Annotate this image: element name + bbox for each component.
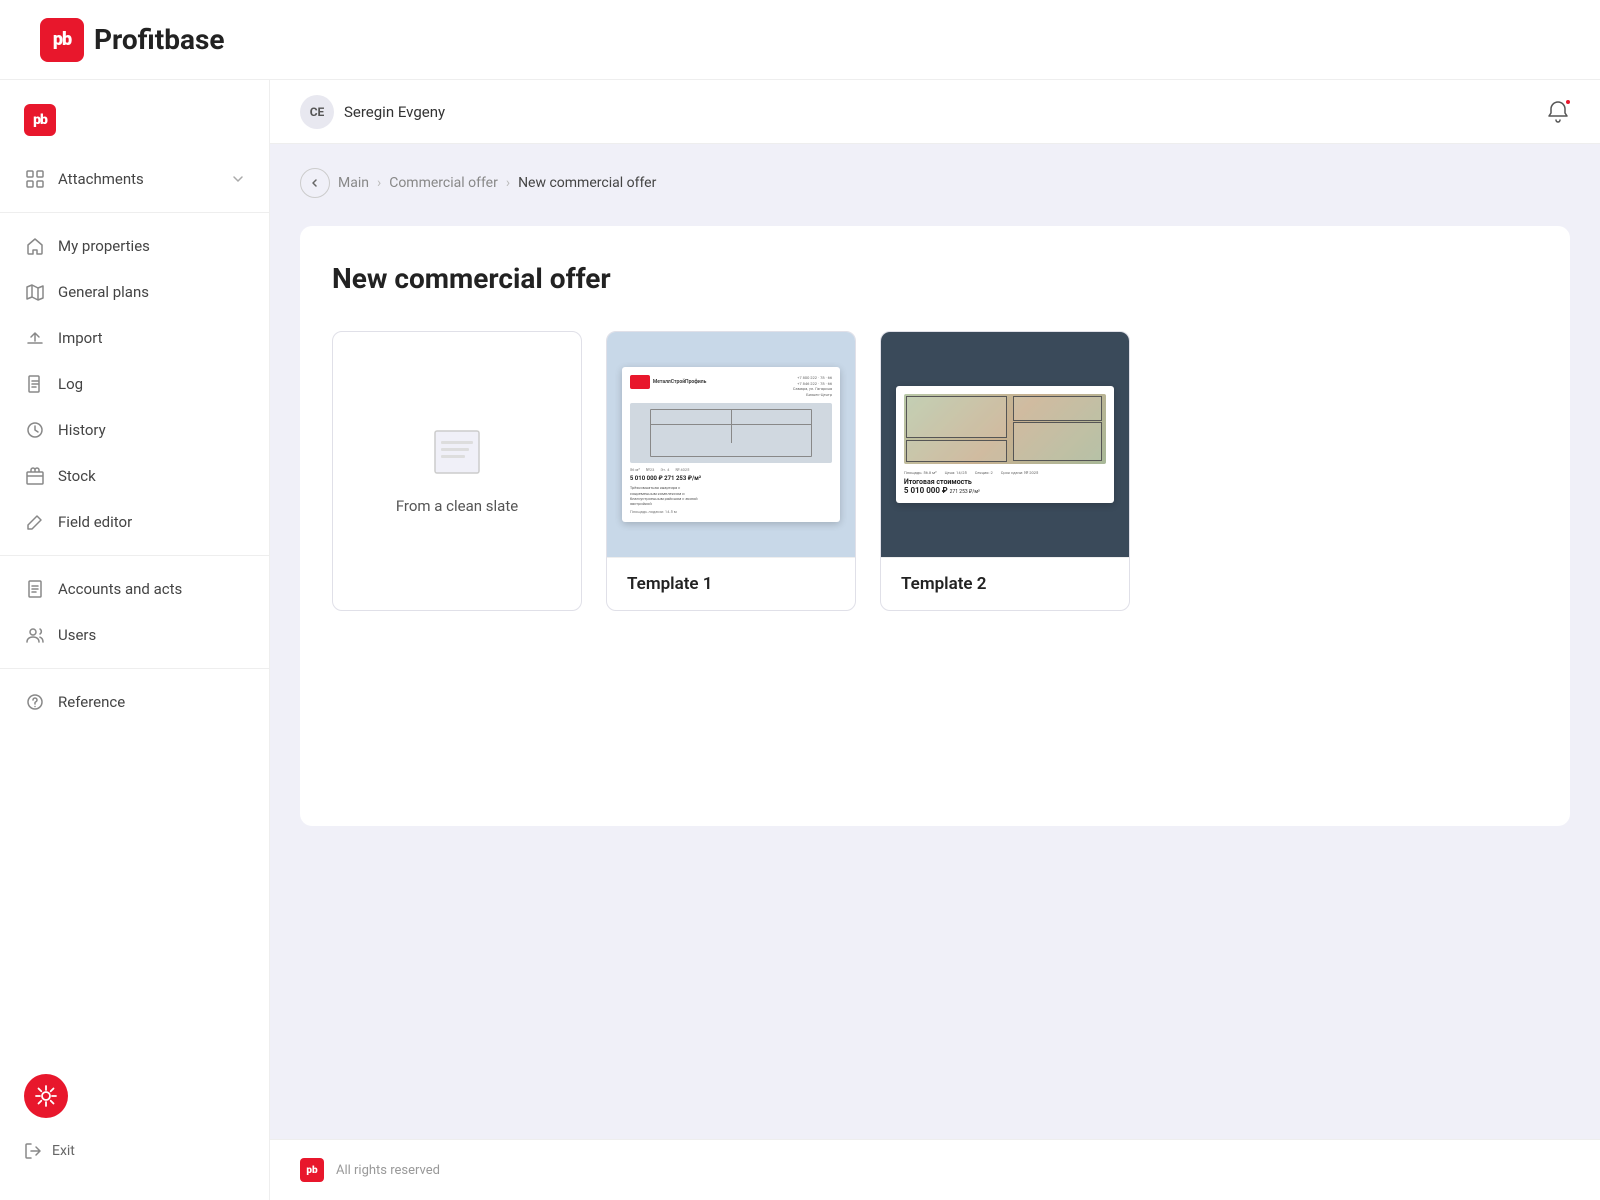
footer-copyright: All rights reserved <box>336 1163 440 1178</box>
blank-icon <box>427 427 487 477</box>
sidebar-item-accounts-and-acts[interactable]: Accounts and acts <box>0 566 269 612</box>
template2-doc: Площадь: 56.8 м² Цена: 14/25 Секция: 2 С… <box>896 386 1114 503</box>
sidebar-item-users-label: Users <box>58 626 96 644</box>
template2-preview: Площадь: 56.8 м² Цена: 14/25 Секция: 2 С… <box>881 332 1129 557</box>
template1-label: Template 1 <box>607 557 855 610</box>
sidebar-item-attachments[interactable]: Attachments <box>0 156 269 202</box>
exit-button[interactable]: Exit <box>24 1134 245 1168</box>
breadcrumb-sep-1: › <box>377 175 381 191</box>
home-icon <box>24 235 46 257</box>
sidebar-item-my-properties[interactable]: My properties <box>0 223 269 269</box>
top-logo[interactable]: pb Profitbase <box>40 18 224 62</box>
map-icon <box>24 281 46 303</box>
sidebar-item-log-label: Log <box>58 375 83 393</box>
file-icon <box>24 373 46 395</box>
template2-card[interactable]: Площадь: 56.8 м² Цена: 14/25 Секция: 2 С… <box>880 331 1130 611</box>
footer-logo-icon: pb <box>300 1158 324 1182</box>
page-content: Main › Commercial offer › New commercial… <box>270 144 1600 1139</box>
top-bar: pb Profitbase <box>0 0 1600 80</box>
edit-icon <box>24 511 46 533</box>
sidebar-item-attachments-left: Attachments <box>24 168 144 190</box>
template2-label: Template 2 <box>881 557 1129 610</box>
main-layout: pb Attachments <box>0 80 1600 1200</box>
breadcrumb-sep-2: › <box>506 175 510 191</box>
sidebar-item-attachments-label: Attachments <box>58 170 144 188</box>
sidebar-logo-icon: pb <box>24 104 56 136</box>
sidebar-item-general-plans-label: General plans <box>58 283 149 301</box>
sidebar-item-users[interactable]: Users <box>0 612 269 658</box>
breadcrumb-section[interactable]: Commercial offer <box>389 175 498 191</box>
back-button[interactable] <box>300 168 330 198</box>
exit-label: Exit <box>52 1143 75 1159</box>
breadcrumb: Main › Commercial offer › New commercial… <box>300 168 1570 198</box>
logo-icon: pb <box>40 18 84 62</box>
content-area: CE Seregin Evgeny Main <box>270 80 1600 1200</box>
sidebar-item-accounts-label: Accounts and acts <box>58 580 182 598</box>
sidebar-item-history[interactable]: History <box>0 407 269 453</box>
sidebar-item-history-label: History <box>58 421 106 439</box>
sidebar-item-stock-label: Stock <box>58 467 96 485</box>
user-avatar: CE <box>300 95 334 129</box>
sidebar-item-field-editor[interactable]: Field editor <box>0 499 269 545</box>
blank-template-card[interactable]: From a clean slate <box>332 331 582 611</box>
template1-doc: МеталлСтройПрофиль +7 800 222 · 78 · 66 … <box>622 367 840 522</box>
sidebar-logo: pb <box>0 96 269 156</box>
sidebar-item-general-plans[interactable]: General plans <box>0 269 269 315</box>
sidebar-item-stock[interactable]: Stock <box>0 453 269 499</box>
stock-icon <box>24 465 46 487</box>
sidebar-divider-2 <box>0 555 269 556</box>
sidebar-item-reference[interactable]: Reference <box>0 679 269 725</box>
sidebar-bottom: Exit <box>0 1058 269 1184</box>
sidebar-item-reference-label: Reference <box>58 693 125 711</box>
logo-text: Profitbase <box>94 23 224 56</box>
notification-dot <box>1564 98 1572 106</box>
upload-icon <box>24 327 46 349</box>
page-footer: pb All rights reserved <box>270 1139 1600 1200</box>
template1-preview: МеталлСтройПрофиль +7 800 222 · 78 · 66 … <box>607 332 855 557</box>
grid-icon <box>24 168 46 190</box>
template1-card[interactable]: МеталлСтройПрофиль +7 800 222 · 78 · 66 … <box>606 331 856 611</box>
main-card: New commercial offer From a cle <box>300 226 1570 826</box>
sidebar-item-log[interactable]: Log <box>0 361 269 407</box>
inner-header: CE Seregin Evgeny <box>270 80 1600 144</box>
breadcrumb-current: New commercial offer <box>518 175 656 191</box>
doc-icon <box>24 578 46 600</box>
page-title: New commercial offer <box>332 262 1538 295</box>
sidebar-divider-1 <box>0 212 269 213</box>
sidebar-item-import-label: Import <box>58 329 103 347</box>
help-icon <box>24 691 46 713</box>
notification-button[interactable] <box>1546 100 1570 124</box>
clock-icon <box>24 419 46 441</box>
sidebar: pb Attachments <box>0 80 270 1200</box>
user-info: CE Seregin Evgeny <box>300 95 445 129</box>
users-icon <box>24 624 46 646</box>
sidebar-item-field-editor-label: Field editor <box>58 513 132 531</box>
breadcrumb-main[interactable]: Main <box>338 175 369 191</box>
sidebar-item-import[interactable]: Import <box>0 315 269 361</box>
user-name: Seregin Evgeny <box>344 103 445 121</box>
templates-grid: From a clean slate МеталлСтройПрофиль <box>332 331 1538 611</box>
support-button[interactable] <box>24 1074 68 1118</box>
sidebar-item-my-properties-label: My properties <box>58 237 150 255</box>
chevron-down-icon <box>231 172 245 186</box>
sidebar-divider-3 <box>0 668 269 669</box>
blank-card-label: From a clean slate <box>396 497 518 515</box>
